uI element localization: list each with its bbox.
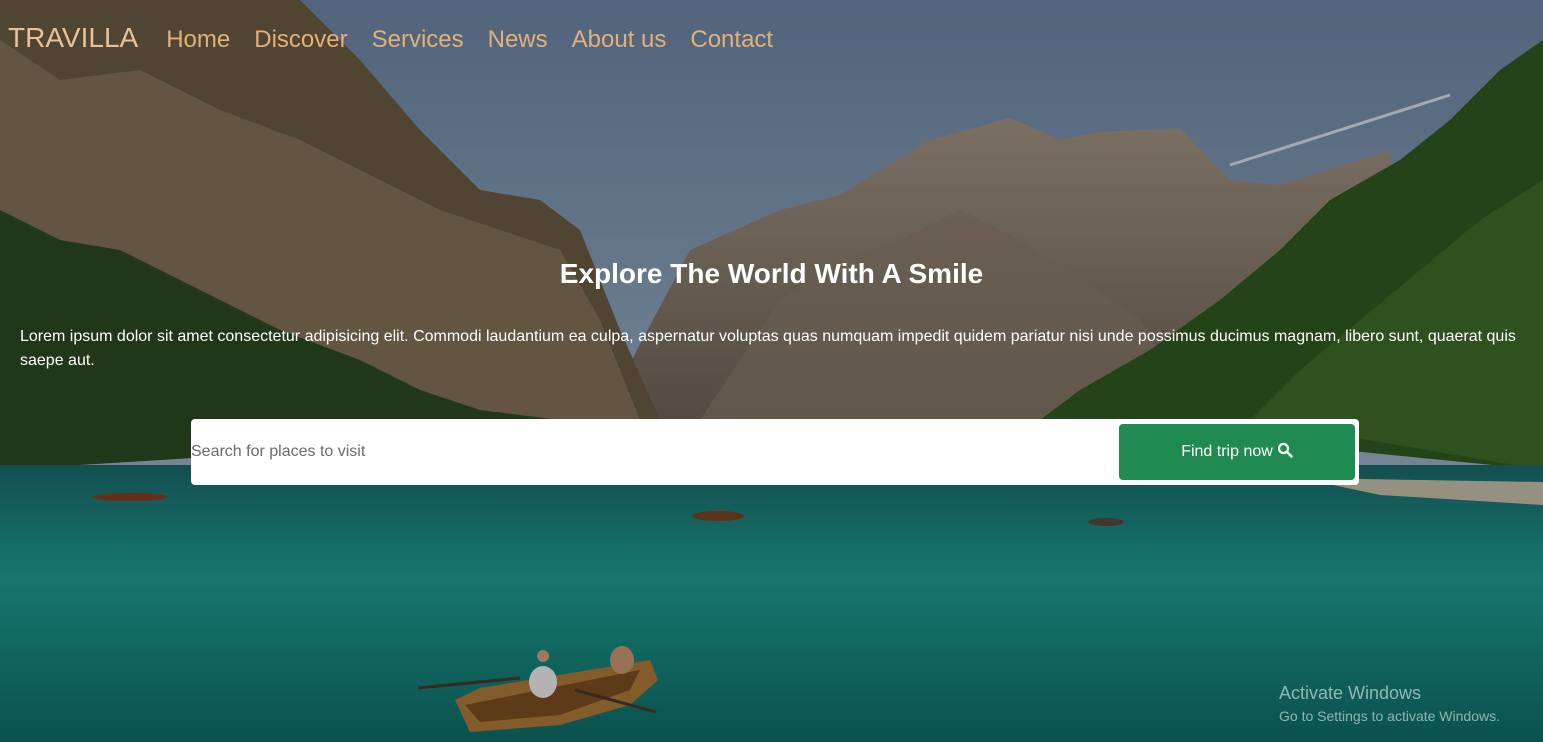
hero-title: Explore The World With A Smile (559, 258, 984, 289)
search-bar: Find trip now (191, 419, 1359, 485)
watermark-title: Activate Windows (1279, 683, 1422, 703)
brand-logo[interactable]: TRAVILLA (8, 22, 138, 54)
hero-description: Lorem ipsum dolor sit amet consectetur a… (20, 328, 1516, 369)
find-trip-button-label: Find trip now (1181, 443, 1273, 460)
find-trip-button[interactable]: Find trip now (1119, 424, 1355, 480)
activate-windows-watermark: Activate Windows Go to Settings to activ… (1279, 683, 1500, 724)
nav-link-home[interactable]: Home (166, 26, 230, 54)
watermark-subtitle: Go to Settings to activate Windows. (1279, 708, 1500, 724)
nav-link-services[interactable]: Services (372, 26, 464, 54)
search-icon (1277, 442, 1293, 463)
nav-link-news[interactable]: News (488, 26, 548, 54)
nav-link-contact[interactable]: Contact (690, 26, 773, 54)
nav-link-about-us[interactable]: About us (572, 26, 667, 54)
main-navbar: TRAVILLA Home Discover Services News Abo… (8, 22, 797, 54)
nav-link-discover[interactable]: Discover (254, 26, 347, 54)
search-input[interactable] (191, 419, 1111, 485)
hero-section: TRAVILLA Home Discover Services News Abo… (0, 0, 1543, 742)
